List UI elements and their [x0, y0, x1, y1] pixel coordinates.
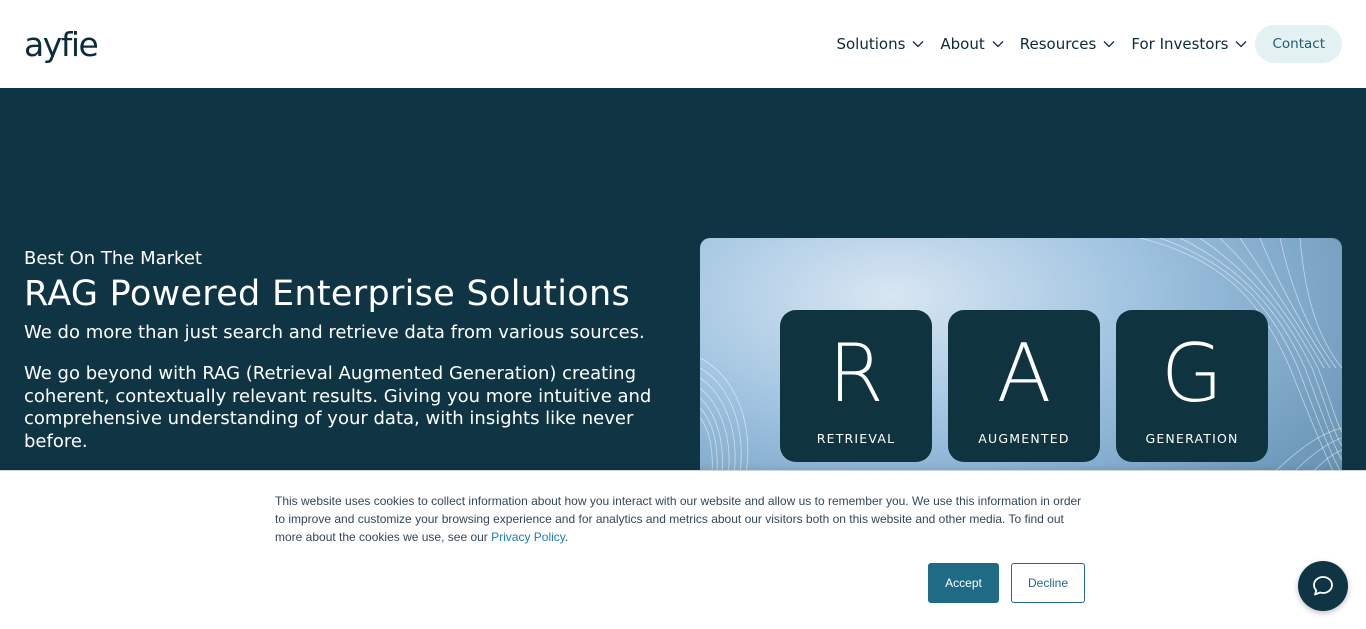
chat-launcher-button[interactable]	[1298, 561, 1348, 611]
rag-tile-augmented: A AUGMENTED	[948, 310, 1100, 462]
hero-title: RAG Powered Enterprise Solutions	[24, 274, 630, 314]
hero-paragraph-1: We do more than just search and retrieve…	[24, 322, 645, 343]
tile-word: GENERATION	[1145, 431, 1239, 446]
site-header: ayfie Solutions About Resources For Inve…	[0, 0, 1366, 88]
ayfie-logo[interactable]: ayfie	[24, 22, 99, 66]
cookie-banner: This website uses cookies to collect inf…	[0, 470, 1366, 629]
nav-item-solutions[interactable]: Solutions	[836, 35, 924, 53]
cookie-message: This website uses cookies to collect inf…	[275, 494, 1082, 544]
rag-tile-retrieval: R RETRIEVAL	[780, 310, 932, 462]
hero-paragraph-2: We go beyond with RAG (Retrieval Augment…	[24, 363, 652, 452]
cookie-text: This website uses cookies to collect inf…	[275, 492, 1090, 546]
hero-eyebrow: Best On The Market	[24, 248, 202, 269]
nav-item-resources[interactable]: Resources	[1020, 35, 1116, 53]
rag-tile-generation: G GENERATION	[1116, 310, 1268, 462]
decline-button[interactable]: Decline	[1011, 563, 1085, 603]
nav-item-about[interactable]: About	[940, 35, 1004, 53]
nav-label: Solutions	[836, 35, 906, 53]
tile-word: RETRIEVAL	[816, 431, 896, 446]
chevron-down-icon	[912, 41, 924, 48]
tile-letter: G	[1161, 327, 1223, 420]
nav-label: Resources	[1019, 35, 1097, 53]
tile-letter: A	[996, 327, 1052, 420]
cookie-period: .	[564, 530, 569, 544]
accept-button[interactable]: Accept	[928, 563, 999, 603]
main-nav: Solutions About Resources For Investors …	[836, 25, 1342, 63]
tile-word: AUGMENTED	[978, 431, 1070, 446]
chevron-down-icon	[1103, 41, 1115, 48]
nav-label: For Investors	[1131, 35, 1229, 53]
nav-item-for-investors[interactable]: For Investors	[1131, 35, 1247, 53]
tile-letter: R	[828, 327, 884, 420]
contact-button[interactable]: Contact	[1255, 25, 1342, 63]
chevron-down-icon	[1236, 41, 1247, 48]
privacy-policy-link[interactable]: Privacy Policy	[491, 530, 565, 544]
logo-text: ayfie	[24, 24, 99, 64]
chat-bubble-icon	[1313, 576, 1333, 596]
chevron-down-icon	[992, 41, 1004, 48]
nav-label: About	[940, 35, 985, 53]
